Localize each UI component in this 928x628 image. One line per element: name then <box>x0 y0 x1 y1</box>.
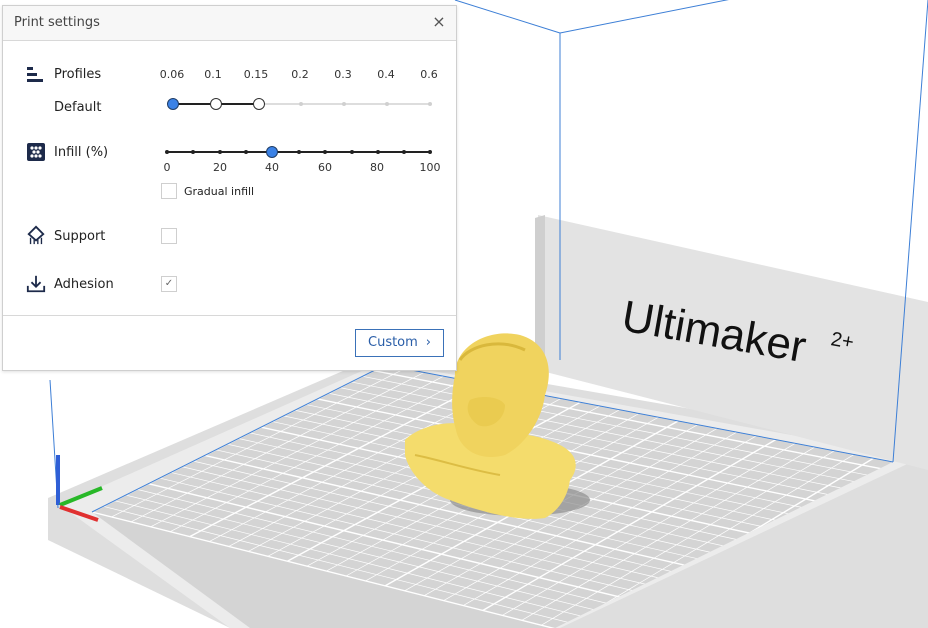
support-icon <box>27 225 45 245</box>
infill-tick-dot <box>165 150 169 154</box>
infill-handle[interactable] <box>266 146 278 158</box>
infill-tick-dot <box>323 150 327 154</box>
profile-handle-0-15[interactable] <box>253 98 265 110</box>
infill-pattern-icon <box>27 143 45 161</box>
profile-tick-dot <box>342 102 346 106</box>
brand-suffix: 2+ <box>829 328 855 354</box>
infill-tick-dot <box>218 150 222 154</box>
infill-tick-dot <box>244 150 248 154</box>
support-checkbox[interactable] <box>161 228 177 244</box>
adhesion-label: Adhesion <box>54 277 114 292</box>
profile-tick-label: 0.2 <box>291 68 309 81</box>
adhesion-download-icon <box>26 275 46 293</box>
panel-header: Print settings × <box>3 6 456 41</box>
gradual-infill-checkbox[interactable] <box>161 183 177 199</box>
profiles-bars-icon <box>27 67 43 82</box>
chevron-right-icon: › <box>425 335 431 350</box>
infill-tick-label: 40 <box>265 161 279 174</box>
infill-tick-dot <box>297 150 301 154</box>
infill-tick-label: 100 <box>419 161 441 174</box>
profile-tick-label: 0.1 <box>204 68 222 81</box>
custom-button[interactable]: Custom › <box>355 329 444 357</box>
profiles-label: Profiles <box>54 67 102 82</box>
infill-label: Infill (%) <box>54 145 109 160</box>
profile-handle-0-1[interactable] <box>210 98 222 110</box>
print-settings-panel: Print settings × Profiles Default 0.06 0… <box>2 5 457 371</box>
infill-tick-dot <box>376 150 380 154</box>
infill-tick-dot <box>428 150 432 154</box>
infill-tick-dot <box>350 150 354 154</box>
profile-tick-label: 0.06 <box>159 68 185 81</box>
infill-tick-label: 0 <box>163 161 171 174</box>
infill-tick-label: 20 <box>213 161 227 174</box>
profile-tick-label: 0.3 <box>334 68 352 81</box>
profile-tick-label: 0.4 <box>377 68 395 81</box>
close-icon[interactable]: × <box>431 12 447 32</box>
profiles-default-label: Default <box>54 100 102 115</box>
profile-handle-0-06[interactable] <box>167 98 179 110</box>
profile-tick-dot <box>299 102 303 106</box>
profile-tick-label: 0.6 <box>420 68 438 81</box>
gradual-infill-label: Gradual infill <box>184 185 255 198</box>
adhesion-checkbox[interactable]: ✓ <box>161 276 177 292</box>
infill-tick-label: 60 <box>318 161 332 174</box>
profile-tick-label: 0.15 <box>243 68 269 81</box>
panel-footer: Custom › <box>3 315 456 370</box>
custom-button-label: Custom <box>368 335 418 350</box>
profile-tick-dot <box>428 102 432 106</box>
panel-title: Print settings <box>14 15 100 30</box>
infill-tick-dot <box>402 150 406 154</box>
support-label: Support <box>54 229 106 244</box>
infill-tick-label: 80 <box>370 161 384 174</box>
profile-tick-dot <box>385 102 389 106</box>
infill-tick-dot <box>191 150 195 154</box>
